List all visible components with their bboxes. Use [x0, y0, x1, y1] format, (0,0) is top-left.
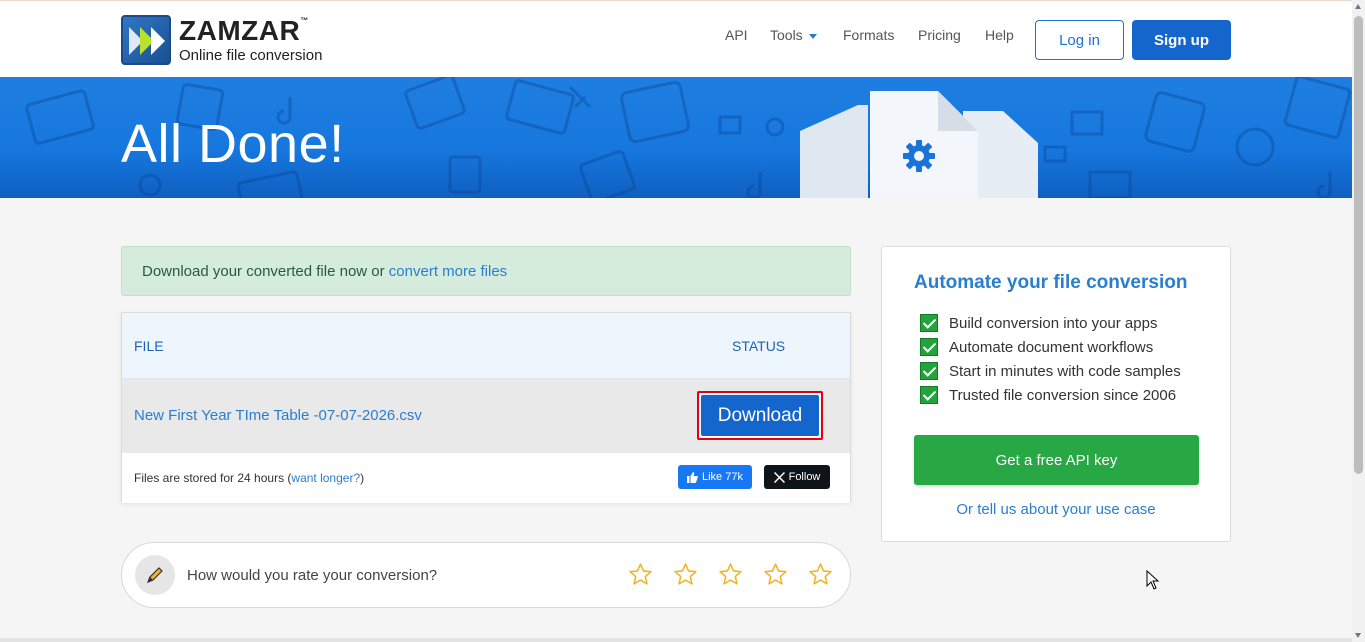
feature-label: Start in minutes with code samples — [949, 362, 1181, 380]
star-3-icon[interactable] — [718, 562, 743, 587]
brand-name: ZAMZAR™ — [179, 15, 309, 46]
list-item: Trusted file conversion since 2006 — [920, 383, 1181, 407]
mouse-cursor-icon — [1146, 570, 1160, 590]
feature-label: Build conversion into your apps — [949, 314, 1158, 332]
column-header-file: FILE — [134, 338, 164, 354]
document-conversion-icon — [800, 91, 1038, 198]
signup-button[interactable]: Sign up — [1132, 20, 1231, 60]
want-longer-link[interactable]: want longer? — [291, 471, 360, 485]
follow-label: Follow — [788, 471, 821, 483]
checkbox-checked-icon — [920, 386, 938, 404]
api-card-title: Automate your file conversion — [914, 272, 1188, 293]
star-2-icon[interactable] — [673, 562, 698, 587]
list-item: Automate document workflows — [920, 335, 1181, 359]
pencil-icon — [135, 555, 175, 595]
api-feature-list: Build conversion into your apps Automate… — [920, 311, 1181, 407]
facebook-like-button[interactable]: Like 77k — [678, 465, 752, 489]
scrollbar-thumb[interactable] — [1354, 16, 1363, 474]
hero-banner: All Done! — [0, 77, 1352, 198]
table-header: FILE STATUS — [122, 313, 850, 379]
scroll-up-arrow-icon[interactable] — [1355, 4, 1361, 9]
success-alert: Download your converted file now or conv… — [121, 246, 851, 296]
convert-more-files-link[interactable]: convert more files — [389, 263, 507, 280]
site-header: ZAMZAR™ Online file conversion API Tools… — [0, 1, 1352, 77]
checkbox-checked-icon — [920, 362, 938, 380]
page-title: All Done! — [121, 114, 345, 174]
checkbox-checked-icon — [920, 338, 938, 356]
page-bottom-divider — [0, 638, 1352, 642]
converted-files-table: FILE STATUS New First Year TIme Table -0… — [121, 312, 851, 503]
star-5-icon[interactable] — [808, 562, 833, 587]
brand-trademark: ™ — [300, 16, 309, 25]
storage-notice-suffix: ) — [360, 471, 365, 485]
storage-notice-prefix: Files are stored for 24 hours ( — [134, 471, 292, 485]
get-api-key-button[interactable]: Get a free API key — [914, 435, 1199, 485]
rating-card: How would you rate your conversion? — [121, 542, 851, 608]
nav-help[interactable]: Help — [985, 27, 1014, 43]
nav-pricing[interactable]: Pricing — [918, 27, 961, 43]
list-item: Start in minutes with code samples — [920, 359, 1181, 383]
login-button[interactable]: Log in — [1035, 20, 1124, 60]
thumbs-up-icon — [687, 471, 698, 483]
nav-formats[interactable]: Formats — [843, 27, 894, 43]
feature-label: Trusted file conversion since 2006 — [949, 386, 1177, 404]
x-follow-button[interactable]: Follow — [764, 465, 830, 489]
star-rating — [628, 562, 833, 587]
converted-file-name[interactable]: New First Year TIme Table -07-07-2026.cs… — [134, 407, 422, 424]
vertical-scrollbar[interactable] — [1352, 0, 1365, 642]
feature-label: Automate document workflows — [949, 338, 1154, 356]
zamzar-logo[interactable]: ZAMZAR™ Online file conversion — [121, 15, 341, 65]
table-row: New First Year TIme Table -07-07-2026.cs… — [122, 379, 850, 453]
alert-text: Download your converted file now or — [142, 263, 389, 280]
api-promo-card: Automate your file conversion Build conv… — [881, 246, 1231, 542]
star-4-icon[interactable] — [763, 562, 788, 587]
download-button[interactable]: Download — [701, 395, 819, 436]
scroll-down-arrow-icon[interactable] — [1355, 633, 1361, 638]
rating-question: How would you rate your conversion? — [187, 567, 438, 584]
like-count-label: Like 77k — [702, 471, 743, 483]
x-logo-icon — [773, 471, 785, 483]
zamzar-logo-icon — [121, 15, 171, 65]
table-footer: Files are stored for 24 hours (want long… — [122, 453, 850, 503]
download-button-highlight: Download — [697, 391, 823, 440]
checkbox-checked-icon — [920, 314, 938, 332]
column-header-status: STATUS — [732, 338, 786, 354]
nav-tools[interactable]: Tools — [770, 27, 817, 43]
list-item: Build conversion into your apps — [920, 311, 1181, 335]
use-case-link[interactable]: Or tell us about your use case — [882, 501, 1230, 518]
nav-tools-label: Tools — [770, 27, 803, 43]
chevron-down-icon — [808, 33, 817, 39]
star-1-icon[interactable] — [628, 562, 653, 587]
brand-tagline: Online file conversion — [179, 47, 323, 64]
nav-api[interactable]: API — [725, 27, 748, 43]
storage-notice: Files are stored for 24 hours (want long… — [134, 471, 364, 485]
